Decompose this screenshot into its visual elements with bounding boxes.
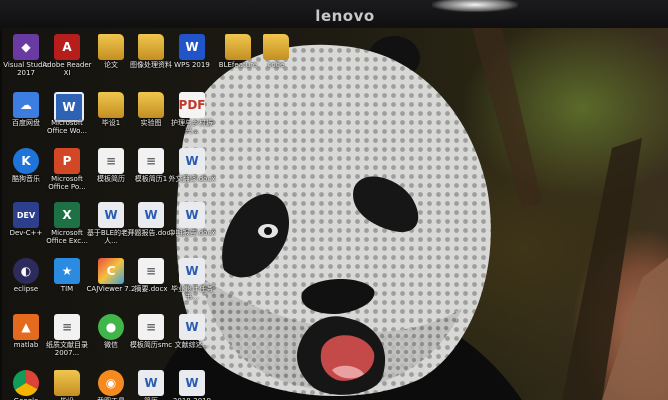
wps-icon: W: [179, 34, 205, 60]
desktop-icon[interactable]: W Microsoft Office Wo...: [45, 90, 89, 136]
screen-glare: [432, 0, 518, 12]
desktop-screen[interactable]: ◆ Visual Studio 2017 A Adobe Reader XI 论文 图像处…: [2, 28, 668, 400]
desktop-icon-label: 护理与乡村振兴...: [171, 119, 213, 135]
desktop-icon[interactable]: 图像处理资料: [129, 32, 173, 78]
desktop-icon[interactable]: C CAJViewer 7.2: [87, 256, 135, 302]
desktop-icon[interactable]: ≡ 纸质文献目录2007...: [45, 312, 89, 358]
desktop-icon[interactable]: W 基于BLE的老年人...: [87, 200, 135, 246]
word-document-icon: W: [179, 370, 205, 396]
desktop-icon[interactable]: W 开题报告.docx: [128, 200, 174, 246]
monitor-brand-logo: lenovo: [315, 7, 375, 25]
word-document-icon: W: [179, 258, 205, 284]
word-document-icon: W: [138, 202, 164, 228]
dev-cpp-icon: DEV: [13, 202, 39, 228]
desktop-icon[interactable]: code: [254, 32, 298, 78]
desktop-icon[interactable]: W2018-2019: [170, 368, 214, 400]
desktop-icon[interactable]: W 中期报告.docx: [169, 200, 215, 246]
desktop-icon-label: 毕业设计任务书...: [171, 285, 213, 301]
word-document-icon: W: [138, 370, 164, 396]
desktop-icon[interactable]: W WPS 2019: [170, 32, 214, 78]
desktop-icon[interactable]: ◐ eclipse: [4, 256, 48, 302]
desktop-icon[interactable]: 毕设1: [89, 90, 133, 136]
visual-studio-icon: ◆: [13, 34, 39, 60]
chrome-icon: [13, 370, 39, 396]
desktop-icon[interactable]: A Adobe Reader XI: [42, 32, 92, 78]
kugou-music-icon: K: [13, 148, 39, 174]
desktop-icon[interactable]: 论文: [89, 32, 133, 78]
desktop-icon[interactable]: W 文献综述...: [170, 312, 214, 358]
desktop-icon[interactable]: ◉截图工具: [89, 368, 133, 400]
screenshot-tool-icon: ◉: [98, 370, 124, 396]
document-icon: ≡: [138, 314, 164, 340]
desktop-icon-label: code: [267, 61, 285, 69]
desktop-icon[interactable]: ≡ 模板简历: [89, 146, 133, 192]
adobe-reader-icon: A: [54, 34, 80, 60]
excel-icon: X: [54, 202, 80, 228]
desktop-icon[interactable]: W 毕业设计任务书...: [170, 256, 214, 302]
folder-icon: [138, 92, 164, 118]
document-icon: ≡: [98, 148, 124, 174]
folder-icon: [98, 34, 124, 60]
cajviewer-icon: C: [98, 258, 124, 284]
powerpoint-icon: P: [54, 148, 80, 174]
folder-icon: [263, 34, 289, 60]
desktop-icon[interactable]: W 外文翻译.docx: [169, 146, 215, 192]
desktop-icon[interactable]: W简历: [129, 368, 173, 400]
desktop-icon[interactable]: ● 微信: [89, 312, 133, 358]
word-document-icon: W: [98, 202, 124, 228]
word-document-icon: W: [179, 314, 205, 340]
desktop-icon[interactable]: PDF 护理与乡村振兴...: [170, 90, 214, 136]
desktop-icon-label: 外文翻译.docx: [168, 175, 216, 183]
desktop-icon[interactable]: P Microsoft Office Po...: [45, 146, 89, 192]
baidu-netdisk-icon: ☁: [13, 92, 39, 118]
document-icon: ≡: [54, 314, 80, 340]
folder-icon: [225, 34, 251, 60]
folder-icon: [138, 34, 164, 60]
document-icon: ≡: [138, 148, 164, 174]
desktop-icon[interactable]: ★ TIM: [45, 256, 89, 302]
folder-icon: [98, 92, 124, 118]
word-document-icon: W: [179, 202, 205, 228]
word-icon: W: [54, 92, 84, 122]
tim-icon: ★: [54, 258, 80, 284]
desktop-icon-label: 中期报告.docx: [168, 229, 216, 237]
desktop-icon[interactable]: Google Chrome: [4, 368, 48, 400]
desktop-icon[interactable]: ≡ 模板简历smc: [129, 312, 173, 358]
eclipse-icon: ◐: [13, 258, 39, 284]
desktop-icon[interactable]: X Microsoft Office Exc...: [45, 200, 89, 246]
wechat-icon: ●: [98, 314, 124, 340]
desktop-icon-label: 文献综述...: [174, 341, 210, 349]
word-document-icon: W: [179, 148, 205, 174]
desktop-icon[interactable]: ≡ 模板简历1: [129, 146, 173, 192]
matlab-icon: ▲: [13, 314, 39, 340]
folder-icon: [54, 370, 80, 396]
desktop-icon[interactable]: 毕设: [45, 368, 89, 400]
pdf-file-icon: PDF: [179, 92, 205, 118]
desktop-icon-label: WPS 2019: [174, 61, 210, 69]
document-icon: ≡: [138, 258, 164, 284]
